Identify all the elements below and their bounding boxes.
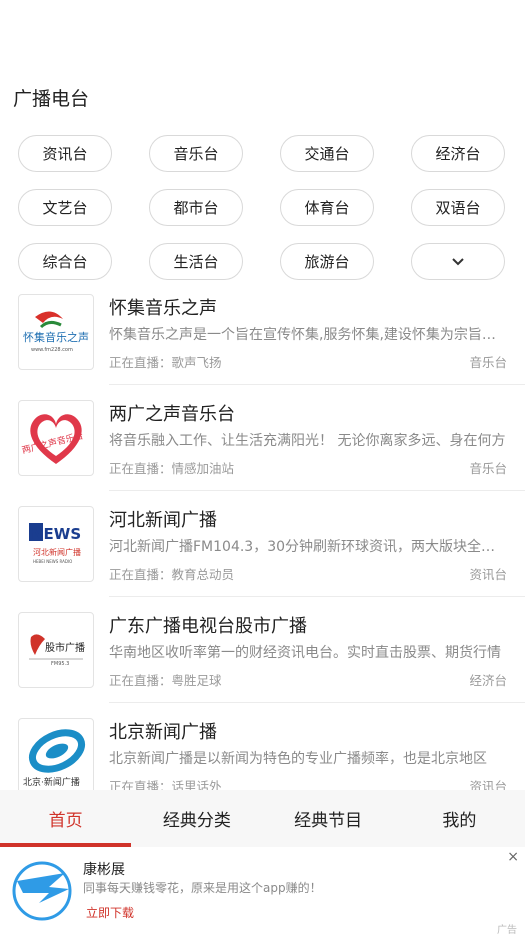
logo-subtext-en: HEBEI NEWS RADIO (33, 559, 72, 564)
chip-zonghe[interactable]: 综合台 (18, 243, 112, 280)
ad-label: 广告 (497, 925, 517, 935)
station-desc: 将音乐融入工作、让生活充满阳光！ 无论你离家多远、身在何方 (109, 433, 506, 449)
expand-categories-button[interactable] (411, 243, 505, 280)
divider (109, 702, 525, 703)
list-item[interactable]: 两广之声音乐台 两广之声音乐台 将音乐融入工作、让生活充满阳光！ 无论你离家多远… (0, 396, 525, 502)
ad-title: 康彬展 (83, 862, 125, 878)
logo-subtext: www.fm228.com (31, 347, 73, 353)
station-desc: 怀集音乐之声是一个旨在宣传怀集,服务怀集,建设怀集为宗旨的电台 (109, 327, 507, 343)
chevron-down-icon (452, 257, 464, 265)
ad-text: 同事每天赚钱零花，原来是用这个app赚的！ (83, 881, 322, 895)
station-logo: 股市广播 FM95.3 (18, 612, 94, 688)
bottom-tab-bar: 首页 经典分类 经典节目 我的 (0, 790, 525, 847)
station-category: 音乐台 (469, 355, 507, 370)
chip-jingji[interactable]: 经济台 (411, 135, 505, 172)
station-logo: 两广之声音乐台 (18, 400, 94, 476)
status-bar-area (0, 0, 525, 78)
list-item[interactable]: 股市广播 FM95.3 广东广播电视台股市广播 华南地区收听率第一的财经资讯电台… (0, 608, 525, 714)
station-name: 北京新闻广播 (109, 722, 217, 743)
list-item[interactable]: NEWS 河北新闻广播 HEBEI NEWS RADIO 河北新闻广播 河北新闻… (0, 502, 525, 608)
ad-download-button[interactable]: 立即下载 (86, 904, 134, 921)
station-name: 两广之声音乐台 (109, 404, 235, 425)
divider (109, 384, 525, 385)
chip-wenyi[interactable]: 文艺台 (18, 189, 112, 226)
close-icon[interactable]: × (507, 849, 519, 865)
chip-shuangyu[interactable]: 双语台 (411, 189, 505, 226)
page-title: 广播电台 (13, 88, 90, 110)
live-program: 正在直播：教育总动员 (109, 567, 235, 582)
logo-text: 北京·新闻广播 (23, 776, 80, 788)
station-category: 资讯台 (469, 567, 507, 582)
ad-app-icon (12, 861, 72, 921)
station-name: 河北新闻广播 (109, 510, 217, 531)
category-chips: 资讯台 音乐台 交通台 经济台 文艺台 都市台 体育台 双语台 综合台 生活台 … (18, 135, 508, 280)
live-program: 正在直播：情感加油站 (109, 461, 235, 476)
station-name: 广东广播电视台股市广播 (109, 616, 307, 637)
station-category: 经济台 (469, 673, 507, 688)
logo-subtext: FM95.3 (51, 661, 69, 667)
divider (109, 596, 525, 597)
station-logo: 怀集音乐之声 www.fm228.com (18, 294, 94, 370)
list-item[interactable]: 怀集音乐之声 www.fm228.com 怀集音乐之声 怀集音乐之声是一个旨在宣… (0, 290, 525, 396)
live-program: 正在直播：歌声飞扬 (109, 355, 222, 370)
tab-home[interactable]: 首页 (0, 790, 132, 847)
logo-text: NEWS (31, 525, 81, 543)
station-logo: NEWS 河北新闻广播 HEBEI NEWS RADIO (18, 506, 94, 582)
ad-banner[interactable]: 康彬展 同事每天赚钱零花，原来是用这个app赚的！ 立即下载 × 广告 (0, 847, 525, 935)
chip-yinyue[interactable]: 音乐台 (149, 135, 243, 172)
chip-jiaotong[interactable]: 交通台 (280, 135, 374, 172)
chip-lvyou[interactable]: 旅游台 (280, 243, 374, 280)
chip-tiyu[interactable]: 体育台 (280, 189, 374, 226)
logo-text: 怀集音乐之声 (23, 330, 89, 344)
station-name: 怀集音乐之声 (109, 298, 217, 319)
station-desc: 华南地区收听率第一的财经资讯电台。实时直击股票、期货行情 (109, 645, 501, 661)
chip-shenghuo[interactable]: 生活台 (149, 243, 243, 280)
logo-subtext: 河北新闻广播 (33, 547, 81, 557)
station-logo: 北京·新闻广播 (18, 718, 94, 794)
station-category: 音乐台 (469, 461, 507, 476)
station-desc: 河北新闻广播FM104.3，30分钟刷新环球资讯，两大版块全天直播 (109, 539, 507, 555)
station-list: 怀集音乐之声 www.fm228.com 怀集音乐之声 怀集音乐之声是一个旨在宣… (0, 290, 525, 820)
tab-classic-programs[interactable]: 经典节目 (263, 790, 394, 847)
chip-zixun[interactable]: 资讯台 (18, 135, 112, 172)
tab-mine[interactable]: 我的 (394, 790, 525, 847)
chip-dushi[interactable]: 都市台 (149, 189, 243, 226)
station-desc: 北京新闻广播是以新闻为特色的专业广播频率，也是北京地区 (109, 751, 487, 767)
tab-classic-categories[interactable]: 经典分类 (131, 790, 262, 847)
divider (109, 490, 525, 491)
logo-text: 股市广播 (45, 641, 85, 654)
live-program: 正在直播：粤胜足球 (109, 673, 222, 688)
